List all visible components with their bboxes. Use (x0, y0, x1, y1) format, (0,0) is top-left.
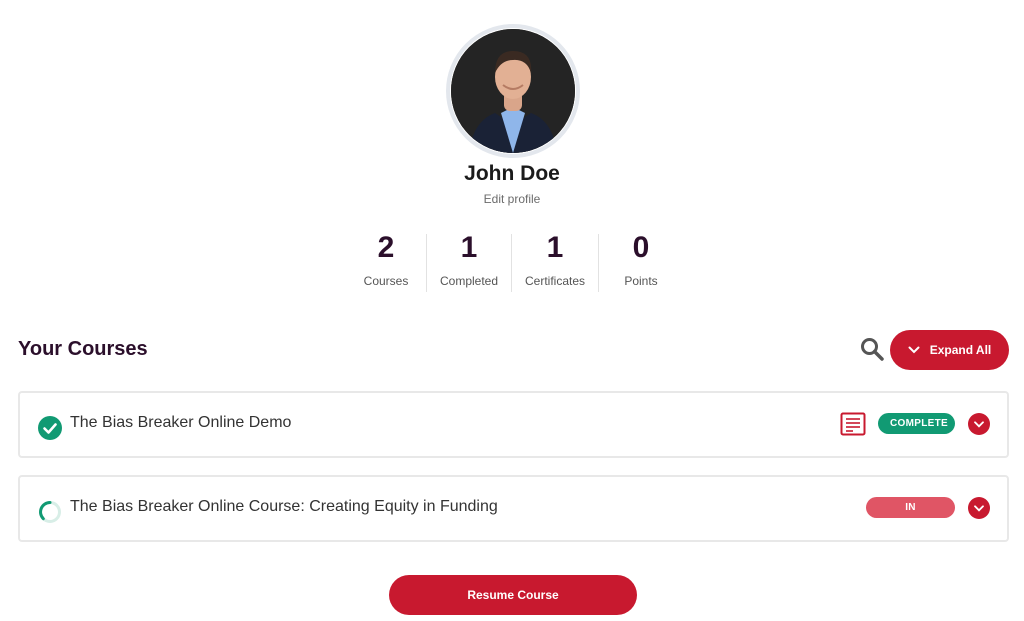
chevron-down-icon (908, 346, 920, 354)
course-row[interactable]: The Bias Breaker Online Course: Creating… (18, 475, 1009, 542)
check-circle-icon (38, 416, 62, 440)
stat-label: Points (624, 274, 658, 288)
stat-value: 0 (632, 231, 650, 264)
profile-name: John Doe (464, 162, 560, 185)
expand-course-button[interactable] (968, 413, 990, 435)
avatar-frame (446, 24, 580, 158)
certificate-icon[interactable] (840, 412, 866, 436)
avatar (451, 29, 575, 153)
stats-bar: 2 Courses 1 Completed 1 Certificates 0 P… (346, 232, 683, 292)
section-title: Your Courses (18, 338, 148, 360)
stat-courses: 2 Courses (346, 232, 426, 292)
stat-label: Certificates (524, 274, 586, 288)
stat-value: 1 (546, 231, 564, 264)
stat-value: 2 (377, 231, 395, 264)
profile-photo (451, 29, 575, 153)
stat-points: 0 Points (599, 232, 683, 292)
course-row[interactable]: The Bias Breaker Online Demo COMPLETE (18, 391, 1009, 458)
resume-course-button[interactable]: Resume Course (389, 575, 637, 615)
search-icon[interactable] (859, 336, 885, 362)
chevron-down-icon (974, 504, 984, 512)
stat-label: Completed (439, 274, 499, 288)
stat-value: 1 (460, 231, 478, 264)
progress-ring-icon (38, 500, 62, 524)
expand-all-label: Expand All (929, 343, 992, 357)
expand-all-button[interactable]: Expand All (890, 330, 1009, 370)
stat-certificates: 1 Certificates (512, 232, 598, 292)
course-title[interactable]: The Bias Breaker Online Demo (70, 414, 291, 432)
status-badge: COMPLETE (878, 413, 955, 434)
expand-course-button[interactable] (968, 497, 990, 519)
chevron-down-icon (974, 420, 984, 428)
status-badge: IN PROGRESS (866, 497, 955, 534)
edit-profile-link[interactable]: Edit profile (0, 192, 1024, 206)
stat-completed: 1 Completed (427, 232, 511, 292)
course-title[interactable]: The Bias Breaker Online Course: Creating… (70, 498, 498, 516)
stat-label: Courses (363, 274, 409, 288)
